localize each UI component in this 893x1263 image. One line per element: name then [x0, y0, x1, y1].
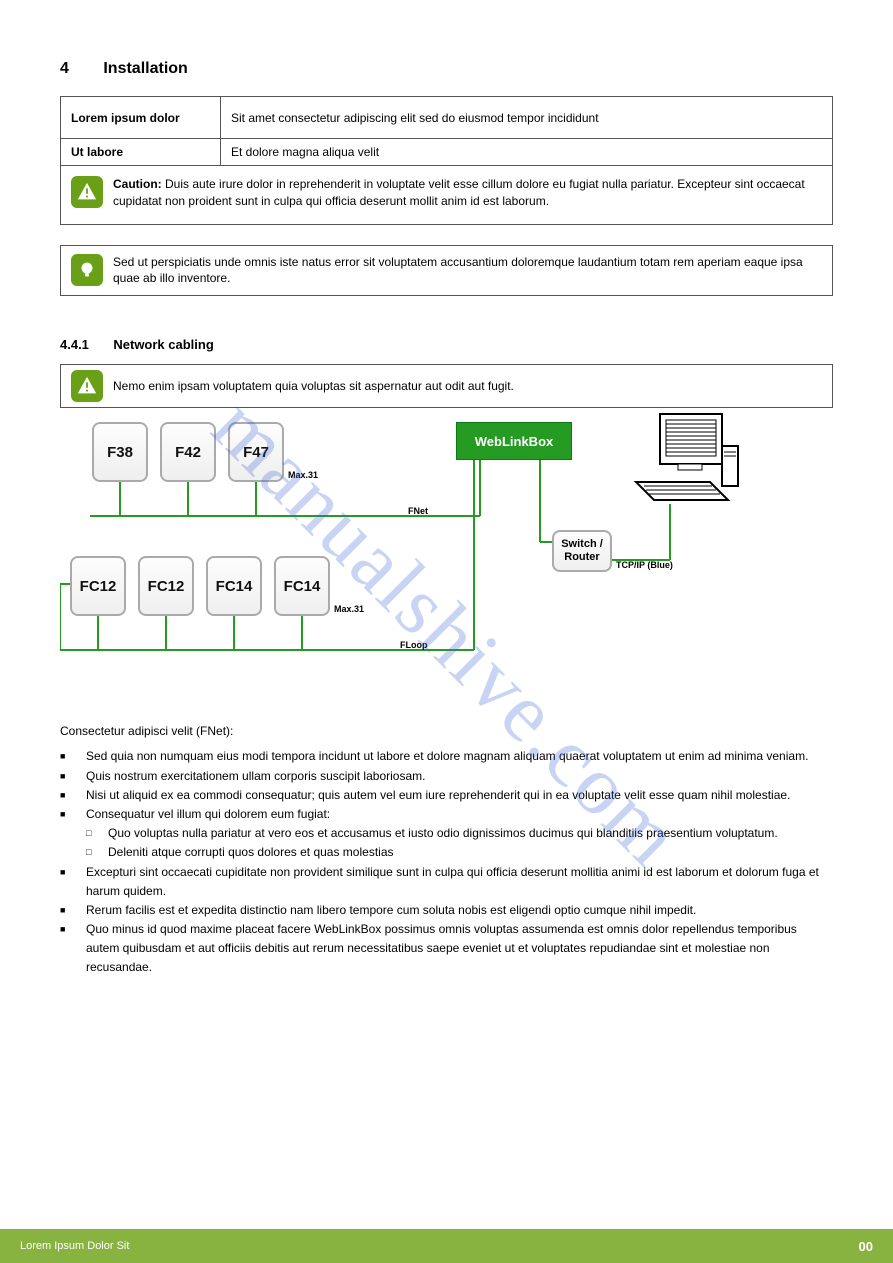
label-max-bottom: Max.31: [334, 604, 364, 614]
info-table: Lorem ipsum dolor Sit amet consectetur a…: [60, 96, 833, 166]
node-fc12b: FC12: [138, 556, 194, 616]
list-item: Quis nostrum exercitationem ullam corpor…: [86, 767, 425, 786]
label-floop: FLoop: [400, 640, 428, 650]
list-item: Consequatur vel illum qui dolorem eum fu…: [86, 805, 330, 824]
list-item: Sed quia non numquam eius modi tempora i…: [86, 747, 808, 766]
switch-router: Switch / Router: [552, 530, 612, 572]
list-item: Deleniti atque corrupti quos dolores et …: [108, 843, 394, 862]
warning-icon: [71, 370, 103, 402]
footer-page-number: 00: [859, 1239, 873, 1254]
switch-line2: Router: [564, 551, 599, 563]
warning-icon: [71, 176, 103, 208]
table-r1-left: Lorem ipsum dolor: [61, 97, 221, 139]
tip-callout: Sed ut perspiciatis unde omnis iste natu…: [60, 245, 833, 297]
node-fc14b: FC14: [274, 556, 330, 616]
list-item: Quo minus id quod maxime placeat facere …: [86, 920, 833, 978]
caution-label: Caution:: [113, 177, 162, 191]
fnet-list: Consectetur adipisci velit (FNet): Sed q…: [60, 722, 833, 977]
weblinkbox: WebLinkBox: [456, 422, 572, 460]
lightbulb-icon: [71, 254, 103, 286]
section-number: 4: [60, 60, 69, 77]
list-item: Nisi ut aliquid ex ea commodi consequatu…: [86, 786, 790, 805]
table-r1-right: Sit amet consectetur adipiscing elit sed…: [221, 97, 833, 139]
warning-bar-text: Nemo enim ipsam voluptatem quia voluptas…: [113, 379, 514, 393]
list-item: Quo voluptas nulla pariatur at vero eos …: [108, 824, 778, 843]
label-tcp: TCP/IP (Blue): [616, 560, 673, 570]
subsection-title: Network cabling: [113, 337, 213, 352]
table-r2-left: Ut labore: [61, 139, 221, 166]
caution-callout: Caution: Duis aute irure dolor in repreh…: [60, 166, 833, 225]
list-item: Rerum facilis est et expedita distinctio…: [86, 901, 696, 920]
page-footer: Lorem Ipsum Dolor Sit 00: [0, 1229, 893, 1263]
section-title: Installation: [103, 60, 187, 77]
node-fc12a: FC12: [70, 556, 126, 616]
node-f47: F47: [228, 422, 284, 482]
node-f38: F38: [92, 422, 148, 482]
fnet-heading: Consectetur adipisci velit (FNet):: [60, 722, 833, 741]
table-r2-right: Et dolore magna aliqua velit: [221, 139, 833, 166]
network-diagram: F38 F42 F47 Max.31 FNet WebLinkBox Switc…: [60, 412, 833, 692]
node-f42: F42: [160, 422, 216, 482]
label-max-top: Max.31: [288, 470, 318, 480]
label-fnet: FNet: [408, 506, 428, 516]
warning-bar: Nemo enim ipsam voluptatem quia voluptas…: [60, 364, 833, 408]
tip-text: Sed ut perspiciatis unde omnis iste natu…: [113, 254, 822, 288]
subsection-number: 4.4.1: [60, 337, 89, 352]
footer-left: Lorem Ipsum Dolor Sit: [20, 1240, 129, 1252]
computer-icon: [630, 412, 740, 517]
caution-text: Duis aute irure dolor in reprehenderit i…: [113, 177, 805, 208]
switch-line1: Switch /: [561, 538, 603, 550]
node-fc14a: FC14: [206, 556, 262, 616]
list-item: Excepturi sint occaecati cupiditate non …: [86, 863, 833, 901]
